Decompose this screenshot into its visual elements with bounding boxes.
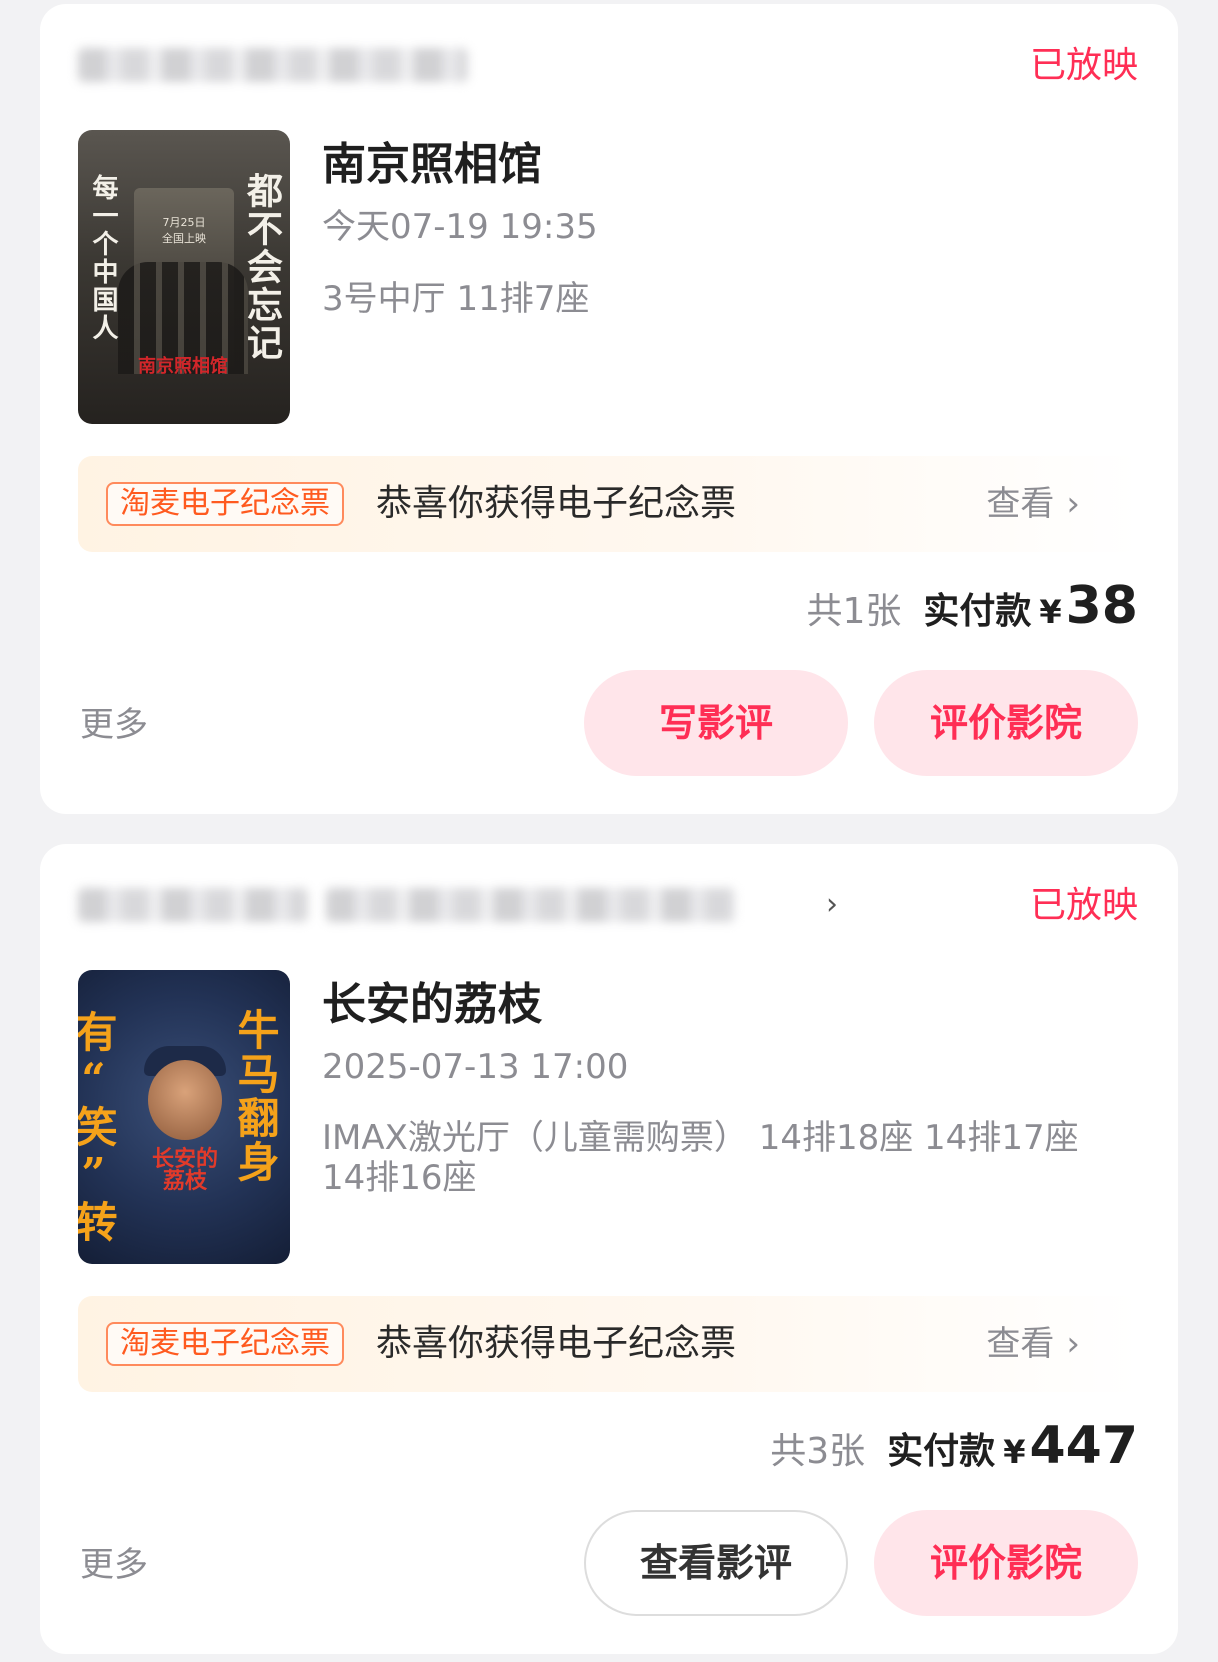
movie-title: 南京照相馆 [322,139,542,190]
show-time: 今天07-19 19:35 [322,207,598,247]
order-card[interactable]: › 已放映 有“笑”转运 牛马翻身 长安的荔枝 长安的荔枝 2025-07-13… [40,844,1178,1654]
payment-summary: 共1张 实付款 ¥ 38 [806,576,1138,636]
order-status: 已放映 [1029,45,1138,86]
cinema-name-redacted[interactable] [78,30,838,100]
movie-title: 长安的荔枝 [322,979,542,1030]
chevron-right-icon: › [826,887,838,922]
poster-title: 南京照相馆 [138,356,228,377]
seat-info: IMAX激光厅（儿童需购票） 14排18座 14排17座 14排16座 [322,1118,1079,1198]
redacted-cinema-name [78,888,308,922]
ticket-count: 共1张 [806,591,902,632]
poster-tagline-left: 有“笑”转运 [78,1010,118,1244]
paid-label: 实付款 [887,1431,996,1472]
write-review-button[interactable]: 写影评 [584,670,848,776]
show-time: 2025-07-13 17:00 [322,1047,629,1087]
currency-symbol: ¥ [1039,593,1062,631]
view-souvenir-link[interactable]: 查看 › [986,482,1080,526]
more-button[interactable]: 更多 [80,704,148,746]
rate-cinema-button[interactable]: 评价影院 [874,670,1138,776]
view-review-button[interactable]: 查看影评 [584,1510,848,1616]
view-souvenir-link[interactable]: 查看 › [986,1322,1080,1366]
poster-title: 长安的荔枝 [151,1146,218,1194]
paid-amount: 38 [1065,576,1138,636]
rate-cinema-button[interactable]: 评价影院 [874,1510,1138,1616]
chevron-right-icon: › [1066,484,1080,524]
paid-amount: 447 [1029,1416,1138,1476]
cinema-name-redacted[interactable]: › [78,870,838,940]
order-status: 已放映 [1029,885,1138,926]
souvenir-ticket-banner[interactable]: 淘麦电子纪念票 恭喜你获得电子纪念票 查看 › [78,1296,1140,1392]
ticket-count: 共3张 [770,1431,866,1472]
poster-tagline-right: 牛马翻身 [231,1008,280,1184]
seat-info: 3号中厅 11排7座 [322,279,590,319]
poster-date: 7月25日 全国上映 [162,216,206,245]
paid-label: 实付款 [923,591,1032,632]
order-card[interactable]: 已放映 每一个中国人 都不会忘记 7月25日 全国上映 南京照相馆 南京照相馆 今… [40,4,1178,814]
souvenir-tag: 淘麦电子纪念票 [106,482,344,526]
souvenir-text: 恭喜你获得电子纪念票 [376,1323,737,1364]
poster-tagline-right: 都不会忘记 [241,172,283,362]
souvenir-ticket-banner[interactable]: 淘麦电子纪念票 恭喜你获得电子纪念票 查看 › [78,456,1140,552]
redacted-cinema-name [78,48,468,82]
poster-tagline-left: 每一个中国人 [88,174,118,342]
souvenir-tag: 淘麦电子纪念票 [106,1322,344,1366]
movie-poster[interactable]: 有“笑”转运 牛马翻身 长安的荔枝 [78,970,290,1264]
more-button[interactable]: 更多 [80,1544,148,1586]
currency-symbol: ¥ [1003,1433,1026,1471]
redacted-cinema-address [326,888,736,922]
poster-face [148,1060,222,1140]
movie-poster[interactable]: 每一个中国人 都不会忘记 7月25日 全国上映 南京照相馆 [78,130,290,424]
chevron-right-icon: › [1066,1324,1080,1364]
payment-summary: 共3张 实付款 ¥ 447 [770,1416,1138,1476]
souvenir-text: 恭喜你获得电子纪念票 [376,483,737,524]
